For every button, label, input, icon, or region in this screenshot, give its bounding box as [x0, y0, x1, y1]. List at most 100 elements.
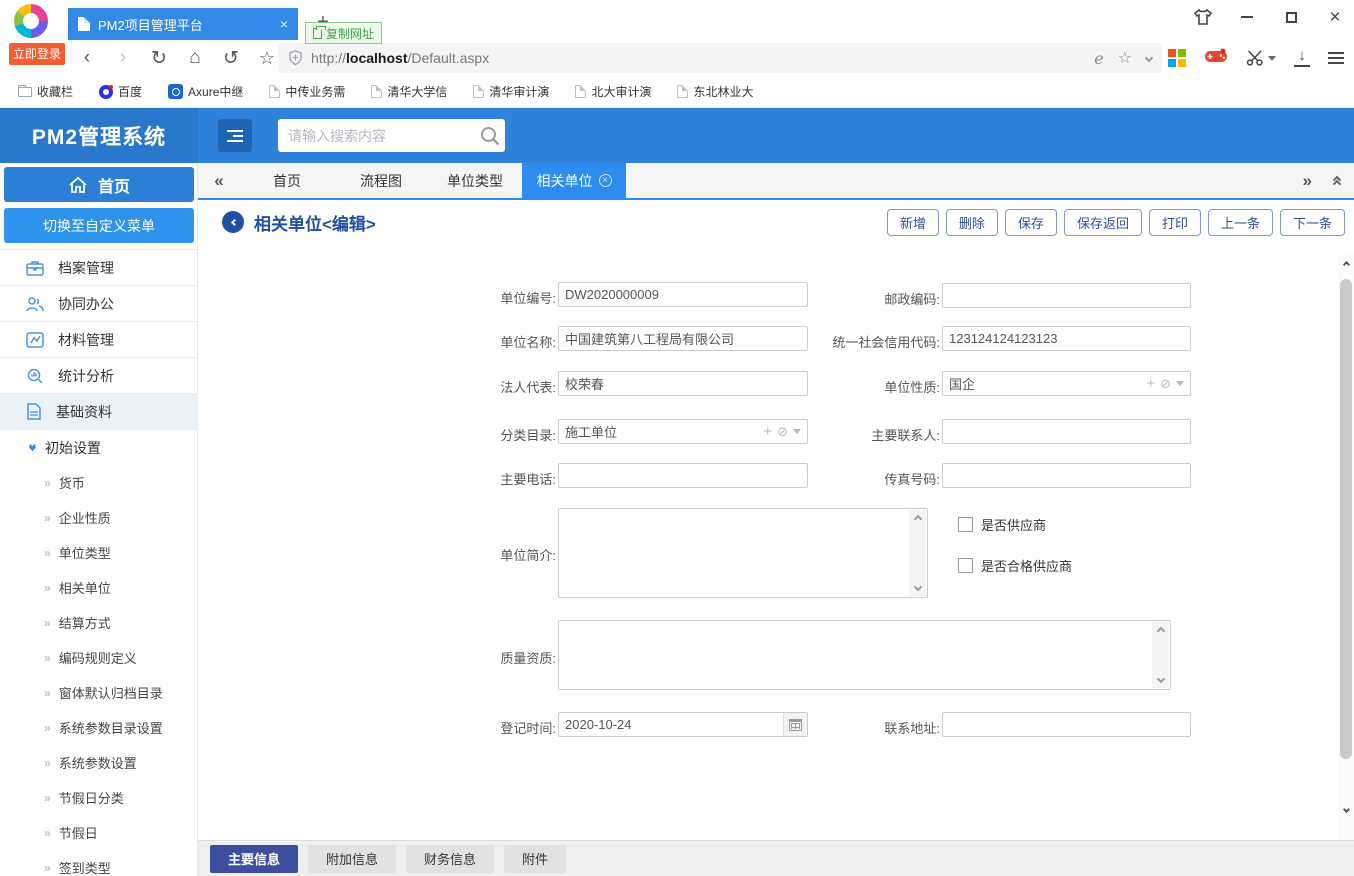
intro-textarea[interactable]: [558, 508, 928, 598]
sidebar-toggle-button[interactable]: [218, 119, 252, 152]
minimize-button[interactable]: [1236, 6, 1258, 28]
sidebar-home-button[interactable]: 首页: [4, 167, 194, 202]
url-text[interactable]: http://localhost/Default.aspx: [311, 50, 1094, 66]
sidebar-subitem-unit-type[interactable]: »单位类型: [0, 535, 198, 570]
quality-textarea[interactable]: [558, 620, 1171, 690]
scroll-down-icon[interactable]: [1338, 800, 1354, 818]
windows-grid-icon[interactable]: [1168, 49, 1186, 67]
scroll-up-icon[interactable]: [1338, 255, 1354, 273]
scissors-dropdown-icon[interactable]: [1268, 56, 1276, 61]
tab-close-icon[interactable]: ×: [272, 16, 288, 32]
tab-close-icon[interactable]: ×: [599, 174, 612, 187]
bookmark-star-icon[interactable]: ☆: [1118, 48, 1132, 68]
add-button[interactable]: 新增: [887, 209, 939, 236]
contact-input[interactable]: [942, 419, 1191, 444]
collapse-up-icon[interactable]: [1334, 177, 1340, 185]
bookmark-item[interactable]: 清华审计演: [473, 83, 549, 100]
tab-related-units[interactable]: 相关单位 ×: [522, 163, 626, 198]
add-option-icon[interactable]: +: [1146, 375, 1155, 392]
is-qualified-checkbox[interactable]: [958, 558, 973, 573]
sidebar-item-materials[interactable]: 材料管理: [0, 321, 198, 357]
clear-option-icon[interactable]: ⊘: [777, 424, 788, 440]
address-input[interactable]: [942, 712, 1191, 737]
dropdown-arrow-icon[interactable]: [1176, 381, 1184, 386]
home-icon[interactable]: ⌂: [184, 47, 206, 69]
tab-unit-type[interactable]: 单位类型: [428, 163, 522, 198]
download-icon[interactable]: ↓: [1294, 49, 1310, 67]
unit-name-input[interactable]: [558, 326, 808, 351]
reg-date-input[interactable]: [558, 712, 808, 737]
fax-input[interactable]: [942, 463, 1191, 488]
browser-tab[interactable]: PM2项目管理平台 ×: [68, 8, 298, 40]
legal-rep-input[interactable]: [558, 371, 808, 396]
screenshot-scissors-icon[interactable]: [1246, 49, 1276, 67]
bookmark-item[interactable]: 东北林业大: [677, 83, 753, 100]
switch-custom-menu-button[interactable]: 切换至自定义菜单: [4, 208, 194, 243]
tab-home[interactable]: 首页: [240, 163, 334, 198]
sidebar-subitem-coding-rules[interactable]: »编码规则定义: [0, 640, 198, 675]
print-button[interactable]: 打印: [1149, 209, 1201, 236]
bottom-tab-financial-info[interactable]: 财务信息: [406, 845, 494, 873]
sidebar-item-collaboration[interactable]: 协同办公: [0, 285, 198, 321]
ie-compat-icon[interactable]: e: [1094, 49, 1103, 68]
search-input[interactable]: [278, 128, 479, 144]
clear-option-icon[interactable]: ⊘: [1160, 376, 1171, 392]
save-return-button[interactable]: 保存返回: [1064, 209, 1142, 236]
games-icon[interactable]: [1204, 48, 1228, 69]
back-icon[interactable]: ‹: [76, 47, 98, 69]
tabs-scroll-left-icon[interactable]: «: [198, 163, 240, 198]
forward-icon[interactable]: ›: [112, 47, 134, 69]
is-supplier-checkbox[interactable]: [958, 517, 973, 532]
maximize-button[interactable]: [1280, 6, 1302, 28]
bottom-tab-attachments[interactable]: 附件: [504, 845, 566, 873]
back-button[interactable]: [222, 211, 244, 233]
tabs-scroll-right-icon[interactable]: »: [1303, 171, 1312, 191]
sidebar-item-statistics[interactable]: 统计分析: [0, 357, 198, 393]
theme-skin-icon[interactable]: [1192, 6, 1214, 28]
bookmark-item[interactable]: 清华大学信: [371, 83, 447, 100]
previous-record-button[interactable]: 上一条: [1208, 209, 1273, 236]
save-button[interactable]: 保存: [1005, 209, 1057, 236]
postal-code-input[interactable]: [942, 283, 1191, 308]
add-option-icon[interactable]: +: [763, 423, 772, 440]
undo-icon[interactable]: ↺: [220, 47, 242, 70]
url-dropdown-icon[interactable]: [1145, 54, 1153, 62]
sidebar-subitem-default-archive-dir[interactable]: »窗体默认归档目录: [0, 675, 198, 710]
browser-menu-icon[interactable]: [1328, 52, 1344, 64]
reg-date-field[interactable]: [558, 712, 808, 737]
scrollbar-thumb[interactable]: [1340, 279, 1352, 759]
phone-input[interactable]: [558, 463, 808, 488]
tab-flowchart[interactable]: 流程图: [334, 163, 428, 198]
delete-button[interactable]: 删除: [946, 209, 998, 236]
sidebar-subitem-enterprise-nature[interactable]: »企业性质: [0, 500, 198, 535]
sidebar-subitem-settlement-method[interactable]: »结算方式: [0, 605, 198, 640]
category-select[interactable]: 施工单位 + ⊘: [558, 419, 808, 444]
sidebar-subitem-holiday[interactable]: »节假日: [0, 815, 198, 850]
search-icon[interactable]: [479, 125, 501, 147]
bottom-tab-additional-info[interactable]: 附加信息: [308, 845, 396, 873]
global-search[interactable]: [278, 119, 505, 152]
sidebar-subitem-currency[interactable]: »货币: [0, 465, 198, 500]
sidebar-subitem-sysparam-settings[interactable]: »系统参数设置: [0, 745, 198, 780]
unit-code-input[interactable]: [558, 282, 808, 307]
browser-logo-icon[interactable]: [14, 4, 48, 38]
bookmark-item[interactable]: 北大审计演: [575, 83, 651, 100]
sidebar-item-archives[interactable]: 档案管理: [0, 249, 198, 285]
refresh-icon[interactable]: ↻: [148, 47, 170, 70]
favorite-star-icon[interactable]: ☆: [256, 48, 278, 69]
sidebar-group-initial-settings[interactable]: 初始设置: [0, 429, 198, 465]
bookmark-item[interactable]: 中传业务需: [269, 83, 345, 100]
textarea-scrollbar[interactable]: [909, 510, 926, 596]
sidebar-subitem-sysparam-dir[interactable]: »系统参数目录设置: [0, 710, 198, 745]
sidebar-item-basic-data[interactable]: 基础资料: [0, 393, 198, 429]
sidebar-subitem-signin-type[interactable]: »签到类型: [0, 850, 198, 876]
login-badge[interactable]: 立即登录: [9, 43, 65, 65]
bottom-tab-main-info[interactable]: 主要信息: [210, 845, 298, 873]
next-record-button[interactable]: 下一条: [1280, 209, 1345, 236]
close-button[interactable]: ×: [1324, 6, 1346, 28]
bookmark-item[interactable]: Axure中继: [168, 83, 243, 100]
textarea-scrollbar[interactable]: [1152, 622, 1169, 688]
unit-nature-select[interactable]: 国企 + ⊘: [942, 371, 1191, 396]
sidebar-subitem-holiday-category[interactable]: »节假日分类: [0, 780, 198, 815]
credit-code-input[interactable]: [942, 326, 1191, 351]
